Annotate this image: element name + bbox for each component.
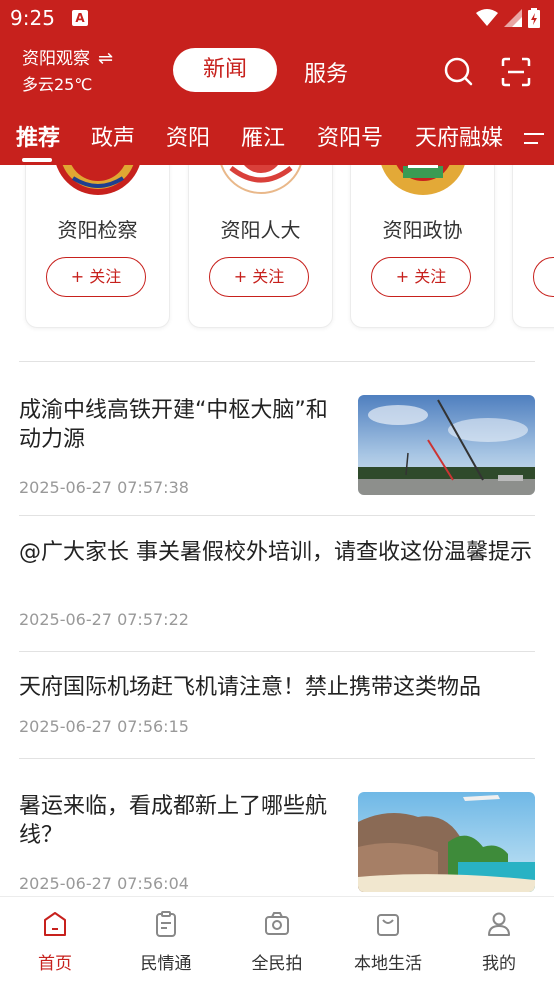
divider (19, 651, 535, 652)
location-label: 资阳观察 (22, 49, 90, 69)
news-title: 暑运来临，看成都新上了哪些航线？ (19, 794, 328, 848)
nav-home[interactable]: 首页 (10, 909, 100, 974)
tab-service[interactable]: 服务 (304, 56, 348, 88)
nav-mine[interactable]: 我的 (454, 909, 544, 974)
divider (19, 758, 535, 759)
news-thumbnail (358, 395, 535, 495)
nav-label: 首页 (38, 954, 72, 974)
channel-tab-yanjiang[interactable]: 雁江 (241, 120, 285, 152)
follow-button-partial[interactable] (533, 257, 554, 297)
shopping-bag-icon (377, 914, 399, 936)
channel-tab-recommend[interactable]: 推荐 (16, 120, 60, 152)
news-title: 成渝中线高铁开建“中枢大脑”和动力源 (19, 398, 328, 452)
news-time: 2025-06-27 07:56:04 (19, 874, 189, 893)
construction-cranes-image (358, 395, 535, 495)
procuratorate-emblem-icon (56, 165, 140, 195)
channel-tab-ziyang[interactable]: 资阳 (166, 120, 210, 152)
clipboard-icon (156, 911, 176, 937)
follow-button[interactable]: + 关注 (209, 257, 309, 297)
news-time: 2025-06-27 07:56:15 (19, 717, 189, 736)
channel-menu-icon[interactable] (520, 131, 546, 147)
user-icon (488, 912, 510, 936)
bottom-navigation: 首页 民情通 全民拍 本地生活 我的 (0, 896, 554, 985)
account-name: 资阳政协 (382, 218, 463, 242)
account-card[interactable]: 资阳人大 + 关注 (188, 165, 333, 328)
tab-news[interactable]: 新闻 (173, 48, 277, 92)
account-card[interactable]: 资阳政协 + 关注 (350, 165, 495, 328)
account-name: 资阳人大 (220, 218, 301, 242)
swap-icon: ⇌ (98, 48, 114, 69)
search-icon[interactable] (443, 56, 473, 86)
account-name: 资阳检察 (57, 218, 138, 242)
active-channel-indicator (22, 158, 52, 162)
account-card[interactable]: 资阳检察 + 关注 (25, 165, 170, 328)
signal-icon (504, 9, 522, 27)
weather-label: 多云25℃ (22, 75, 93, 94)
home-icon (44, 912, 66, 936)
beach-rocks-plane-image (358, 792, 535, 892)
account-cards: 资阳检察 + 关注 资阳人大 + 关注 资阳政协 + 关注 (0, 165, 554, 340)
follow-button[interactable]: + 关注 (46, 257, 146, 297)
battery-icon (528, 8, 540, 28)
account-card-partial[interactable] (512, 165, 554, 328)
national-emblem-icon (220, 165, 302, 194)
channel-tab-zhengsheng[interactable]: 政声 (91, 120, 135, 152)
status-bar: 9:25 A (0, 0, 554, 38)
app-header: 9:25 A 资阳观察 ⇌ 多云25℃ 新闻 服务 推荐 政声 资阳 雁江 资阳号… (0, 0, 554, 165)
nav-quanminpai[interactable]: 全民拍 (232, 909, 322, 974)
nav-label: 我的 (482, 954, 516, 974)
cppcc-emblem-icon (381, 165, 465, 195)
nav-minqingtong[interactable]: 民情通 (121, 909, 211, 974)
scan-icon[interactable] (500, 56, 532, 88)
news-title: @广大家长 事关暑假校外培训，请查收这份温馨提示 (19, 540, 532, 565)
nav-label: 本地生活 (354, 954, 422, 974)
news-title: 天府国际机场赶飞机请注意！禁止携带这类物品 (19, 675, 482, 700)
notification-a-icon: A (72, 10, 88, 26)
wifi-icon (476, 9, 498, 26)
divider (19, 515, 535, 516)
news-time: 2025-06-27 07:57:38 (19, 478, 189, 497)
nav-label: 全民拍 (251, 954, 303, 974)
news-time: 2025-06-27 07:57:22 (19, 610, 189, 629)
camera-icon (265, 912, 289, 935)
status-time: 9:25 (10, 6, 55, 30)
divider (19, 361, 535, 362)
channel-tab-tianfu[interactable]: 天府融媒 (415, 120, 503, 152)
channel-tab-ziyanghao[interactable]: 资阳号 (317, 120, 383, 152)
nav-label: 民情通 (140, 954, 192, 974)
nav-local-life[interactable]: 本地生活 (343, 909, 433, 974)
location-selector[interactable]: 资阳观察 ⇌ (22, 48, 113, 70)
channel-tabs: 推荐 政声 资阳 雁江 资阳号 天府融媒 (0, 118, 554, 162)
news-thumbnail (358, 792, 535, 892)
system-icons (476, 8, 540, 28)
follow-button[interactable]: + 关注 (371, 257, 471, 297)
